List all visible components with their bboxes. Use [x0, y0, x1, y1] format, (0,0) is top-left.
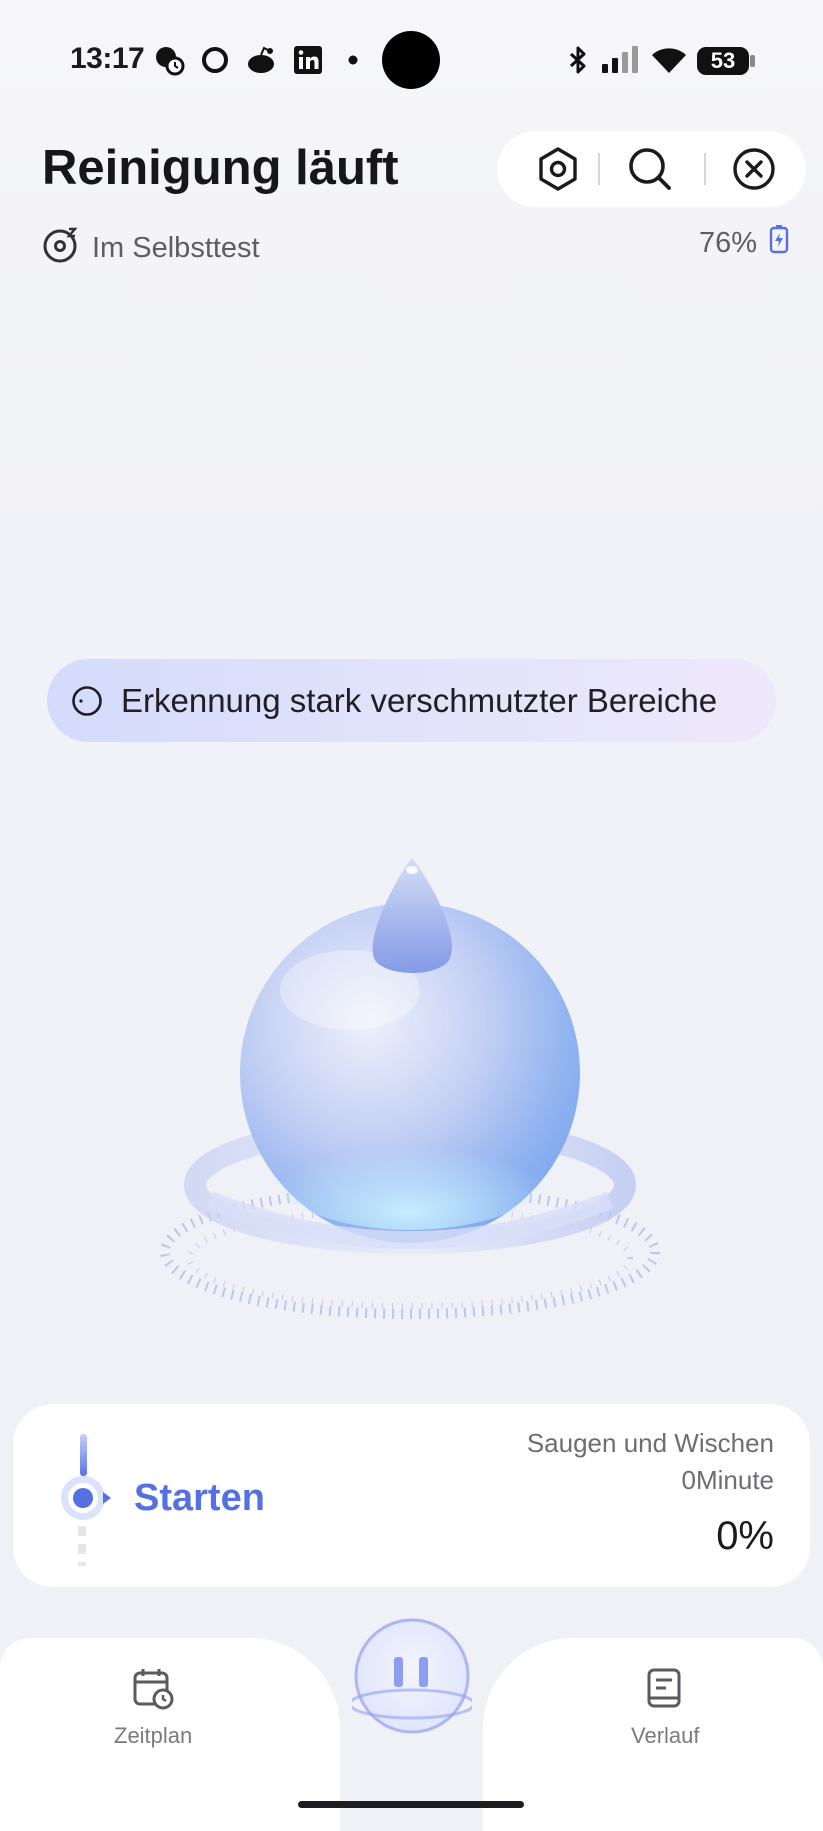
home-indicator[interactable]: [298, 1801, 524, 1808]
cleaning-progress-card[interactable]: Starten Saugen und Wischen 0Minute 0%: [13, 1404, 810, 1587]
robot-battery-value: 76%: [698, 226, 757, 259]
nav-history-label: Verlauf: [631, 1723, 700, 1748]
robot-battery: 76%: [699, 224, 789, 262]
loading-circle-icon: [71, 685, 103, 717]
detection-text: Erkennung stark verschmutzter Bereiche: [121, 681, 718, 719]
nav-schedule-label: Zeitplan: [114, 1723, 193, 1748]
cleaning-percent: 0%: [716, 1514, 774, 1558]
progress-track-pending: [78, 1526, 86, 1566]
battery-indicator: 53: [697, 47, 749, 75]
settings-icon[interactable]: [533, 144, 583, 194]
bluetooth-icon: [565, 44, 591, 76]
cleaning-mode: Saugen und Wischen: [526, 1428, 774, 1458]
signal-icon: [601, 44, 639, 76]
action-divider: [704, 153, 706, 185]
pause-button[interactable]: [348, 1616, 476, 1736]
circle-app-icon: [200, 44, 230, 76]
bottom-nav-left: Zeitplan: [0, 1638, 340, 1831]
reddit-icon: [244, 44, 278, 76]
current-step-node-icon: [59, 1472, 111, 1524]
bottom-nav-right: Verlauf: [483, 1638, 823, 1831]
robot-sleep-icon: [42, 224, 82, 272]
detection-banner: Erkennung stark verschmutzter Bereiche: [47, 659, 776, 742]
cleaning-water-drop-illustration: [130, 840, 690, 1340]
nav-schedule[interactable]: Zeitplan: [114, 1666, 192, 1749]
calendar-clock-icon: [131, 1666, 175, 1715]
current-step-label: Starten: [134, 1477, 265, 1519]
wifi-icon: [649, 44, 689, 76]
linkedin-icon: [292, 44, 324, 76]
search-icon[interactable]: [625, 144, 675, 194]
status-bar: 13:17 53: [0, 0, 823, 120]
progress-track-done: [80, 1434, 87, 1476]
pet-alarm-icon: [152, 44, 186, 76]
robot-status: Im Selbsttest: [42, 224, 260, 272]
camera-cutout: [382, 31, 440, 89]
cleaning-duration: 0Minute: [681, 1465, 775, 1495]
charging-battery-icon: [769, 224, 789, 262]
history-document-icon: [643, 1666, 687, 1715]
nav-history[interactable]: Verlauf: [631, 1666, 700, 1749]
page-title: Reinigung läuft: [42, 141, 399, 195]
header-action-bar: [497, 131, 806, 207]
action-divider: [598, 153, 600, 185]
robot-status-label: Im Selbsttest: [92, 231, 260, 264]
close-icon[interactable]: [729, 144, 779, 194]
battery-nub: [750, 55, 755, 67]
status-time: 13:17: [70, 42, 145, 75]
dot-icon: [346, 44, 360, 76]
